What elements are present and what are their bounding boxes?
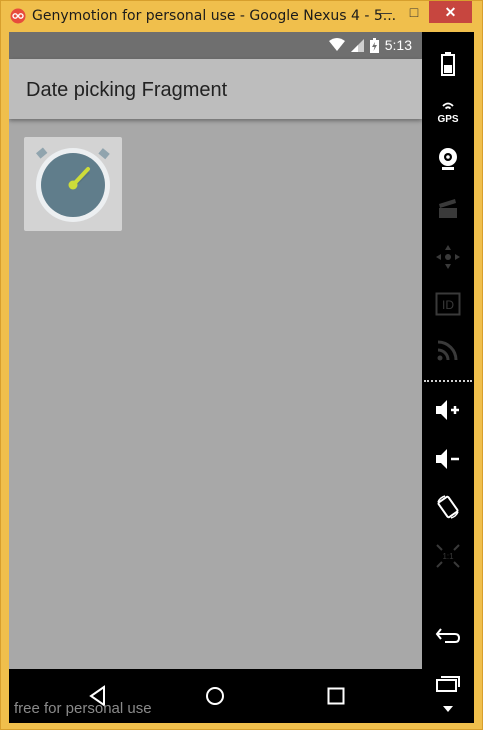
rotate-button[interactable] [422,487,474,527]
time-picker-button[interactable] [24,137,122,231]
gps-label: GPS [437,114,458,124]
battery-icon [441,52,455,76]
maximize-button[interactable]: □ [400,1,428,23]
volume-down-button[interactable] [422,439,474,479]
rotate-screen-icon [437,495,459,519]
battery-charging-icon [369,37,379,53]
signal-icon [350,38,364,52]
webcam-icon [439,148,457,170]
gps-icon: GPS [437,102,459,124]
page-title: Date picking Fragment [26,79,228,101]
camera-widget-button[interactable] [422,139,474,179]
screencast-widget-button[interactable] [422,188,474,228]
close-button[interactable]: ✕ [429,1,472,23]
window-title: Genymotion for personal use - Google Nex… [32,8,397,24]
scale-icon: 1:1 [436,544,460,568]
title-bar[interactable]: Genymotion for personal use - Google Nex… [1,1,482,31]
action-bar: Date picking Fragment [9,59,422,119]
status-time: 5:13 [384,37,412,53]
rss-icon [437,340,458,361]
network-widget-button[interactable] [422,330,474,370]
id-label: ID [442,298,454,312]
volume-up-icon [436,400,459,420]
device-screen: 5:13 Date picking Fragment free for pers… [9,32,422,723]
battery-widget-button[interactable] [422,44,474,84]
minimize-button[interactable]: — [371,1,399,23]
return-icon [435,628,461,643]
device-id-widget-button[interactable]: ID [422,284,474,324]
chevron-down-icon [443,706,453,712]
dpad-icon [436,245,460,269]
genymotion-logo-icon [10,8,26,24]
clapperboard-icon [439,199,457,218]
volume-down-icon [436,449,459,469]
id-card-icon: ID [435,292,461,316]
wifi-icon [328,38,345,51]
remote-control-widget-button[interactable] [422,237,474,277]
home-icon[interactable] [202,683,228,709]
watermark-text: free for personal use [14,700,152,717]
windows-icon [436,676,460,692]
recent-apps-icon[interactable] [323,683,349,709]
back-hardware-button[interactable] [422,615,474,655]
sidebar-divider [424,380,472,382]
more-menu-button[interactable] [422,697,474,721]
gps-widget-button[interactable]: GPS [422,92,474,132]
emulator-window: Genymotion for personal use - Google Nex… [0,0,483,730]
fragment-content [9,119,422,669]
pixel-perfect-button[interactable]: 1:1 [422,536,474,576]
status-bar: 5:13 [9,32,422,59]
genymotion-sidebar: GPS ID 1:1 [422,32,474,723]
scale-label: 1:1 [442,552,454,561]
volume-up-button[interactable] [422,390,474,430]
clock-icon [36,147,110,222]
